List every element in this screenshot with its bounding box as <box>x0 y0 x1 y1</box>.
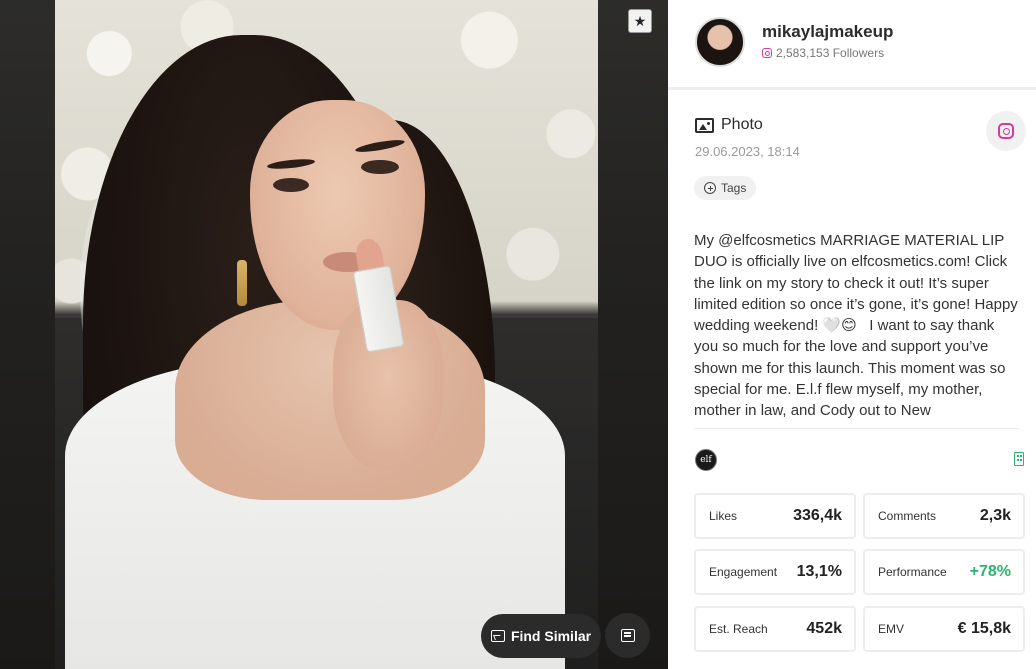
blurred-backdrop-right <box>598 0 668 669</box>
stat-label: Engagement <box>709 565 778 579</box>
stat-value: 13,1% <box>796 563 842 580</box>
stat-est-reach: Est. Reach 452k <box>694 606 856 652</box>
star-sparkle-icon[interactable]: ★ <box>628 9 652 33</box>
find-similar-label: Find Similar <box>510 628 592 644</box>
followers-count: 2,583,153 Followers <box>762 46 884 60</box>
building-icon[interactable] <box>1014 452 1024 466</box>
stat-value: 336,4k <box>793 507 842 524</box>
comment-button[interactable] <box>605 613 650 658</box>
post-type-label: Photo <box>721 116 763 133</box>
profile-header: mikaylajmakeup 2,583,153 Followers <box>668 0 1036 90</box>
stat-performance: Performance +78% <box>863 549 1025 595</box>
stat-value: +78% <box>969 563 1011 580</box>
username[interactable]: mikaylajmakeup <box>762 22 893 42</box>
comment-icon <box>620 629 635 642</box>
brand-logo[interactable]: elf <box>695 449 717 471</box>
stat-label: Est. Reach <box>709 622 768 636</box>
stat-value: 2,3k <box>979 507 1011 524</box>
post-details-panel: mikaylajmakeup 2,583,153 Followers Photo… <box>668 0 1036 669</box>
avatar[interactable] <box>695 17 745 67</box>
post-date: 29.06.2023, 18:14 <box>695 144 800 159</box>
stat-label: Comments <box>878 509 937 523</box>
tags-button[interactable]: Tags <box>694 176 757 200</box>
stat-likes: Likes 336,4k <box>694 493 856 539</box>
tags-label: Tags <box>721 181 747 195</box>
post-caption: My @elfcosmetics MARRIAGE MATERIAL LIP D… <box>694 232 1018 420</box>
stat-label: EMV <box>878 622 905 636</box>
post-photo[interactable] <box>55 0 598 669</box>
media-viewer: ★ Find Similar <box>0 0 668 669</box>
instagram-icon <box>762 48 772 58</box>
stat-emv: EMV € 15,8k <box>863 606 1025 652</box>
post-type: Photo <box>695 116 763 134</box>
stat-value: € 15,8k <box>957 620 1011 637</box>
image-search-icon <box>490 630 505 642</box>
blurred-backdrop-left <box>0 0 55 669</box>
find-similar-button[interactable]: Find Similar <box>481 614 601 658</box>
add-circle-icon <box>704 182 716 194</box>
photo-icon <box>695 117 714 133</box>
stat-engagement: Engagement 13,1% <box>694 549 856 595</box>
stat-value: 452k <box>806 620 842 637</box>
open-instagram-button[interactable] <box>986 111 1026 151</box>
instagram-icon <box>998 123 1014 139</box>
divider <box>694 428 1020 429</box>
stat-comments: Comments 2,3k <box>863 493 1025 539</box>
followers-text: 2,583,153 Followers <box>776 46 885 60</box>
stat-label: Likes <box>709 509 738 523</box>
stat-label: Performance <box>878 565 947 579</box>
